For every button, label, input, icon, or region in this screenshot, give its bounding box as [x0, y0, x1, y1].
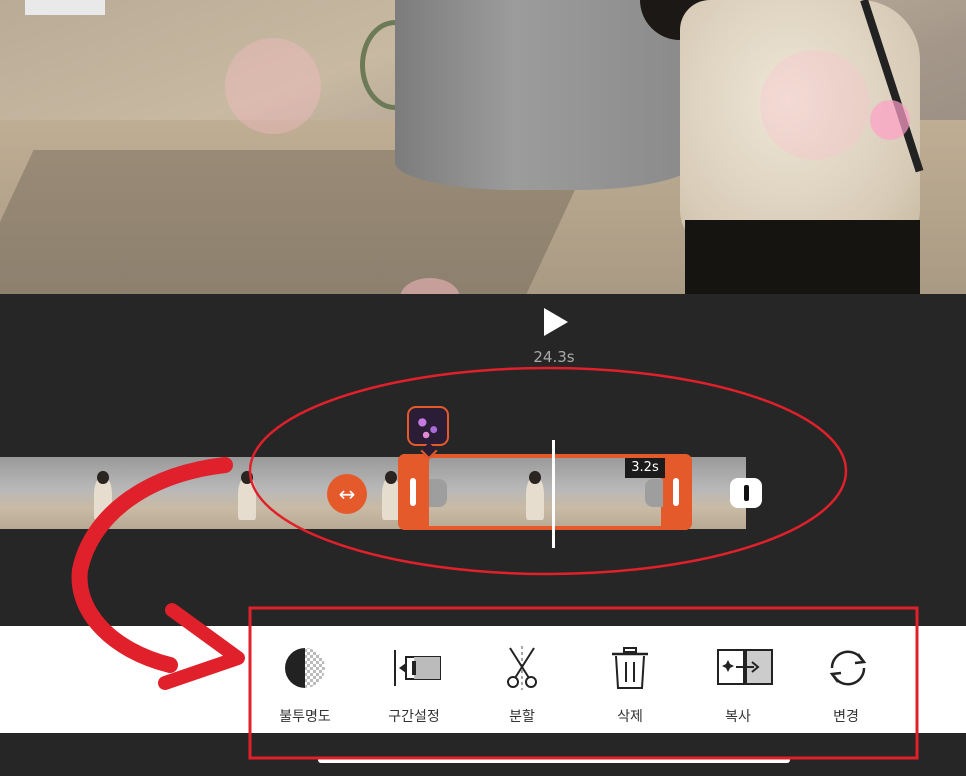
frame-person-head — [97, 471, 109, 485]
preview-step — [25, 0, 105, 15]
range-set-icon — [394, 650, 441, 686]
clip-duration-badge: 3.2s — [625, 458, 665, 478]
opacity-button[interactable]: 불투명도 — [255, 626, 355, 733]
duplicate-icon — [717, 649, 773, 685]
preview-pillar — [395, 0, 695, 190]
replace-button[interactable]: 변경 — [796, 626, 896, 733]
range-set-label: 구간설정 — [388, 709, 440, 725]
delete-button[interactable]: 삭제 — [580, 626, 680, 733]
trim-inner-tab-left — [429, 479, 447, 507]
delete-label: 삭제 — [617, 709, 643, 725]
left-right-arrow-icon: ↔ — [338, 482, 356, 506]
split-label: 분할 — [509, 709, 535, 725]
replace-label: 변경 — [833, 709, 859, 725]
preview-skirt — [685, 220, 920, 294]
play-icon — [544, 308, 568, 336]
trash-icon — [612, 647, 648, 689]
bokeh-light — [225, 38, 321, 134]
timeline-end-handle[interactable] — [730, 478, 762, 508]
filmstrip-frame — [144, 457, 217, 529]
edit-toolbar: 불투명도 구간설정 분할 삭제 복사 변경 — [0, 626, 966, 733]
bokeh-light — [870, 100, 910, 140]
filmstrip-frame — [72, 457, 145, 529]
trim-handle-left[interactable] — [398, 454, 429, 530]
split-scissors-icon — [507, 646, 537, 690]
opacity-icon — [285, 648, 325, 688]
filmstrip-frame — [0, 457, 73, 529]
bokeh-light — [760, 50, 870, 160]
opacity-label: 불투명도 — [279, 709, 331, 725]
range-set-button[interactable]: 구간설정 — [364, 626, 464, 733]
total-duration: 24.3s — [533, 348, 575, 366]
video-preview — [0, 0, 966, 294]
frame-person-head — [241, 471, 253, 485]
home-indicator — [318, 757, 790, 763]
play-button[interactable] — [541, 306, 571, 338]
replace-icon — [829, 650, 867, 686]
trim-handle-right[interactable] — [661, 454, 692, 530]
duplicate-button[interactable]: 복사 — [688, 626, 788, 733]
trim-inner-tab-right — [645, 479, 663, 507]
frame-person-head — [385, 471, 397, 485]
bokeh-sticker-icon[interactable] — [407, 406, 449, 446]
move-clip-button[interactable]: ↔ — [327, 474, 367, 514]
playhead[interactable] — [552, 440, 555, 548]
duplicate-label: 복사 — [725, 709, 751, 725]
filmstrip-frame — [216, 457, 289, 529]
split-button[interactable]: 분할 — [472, 626, 572, 733]
